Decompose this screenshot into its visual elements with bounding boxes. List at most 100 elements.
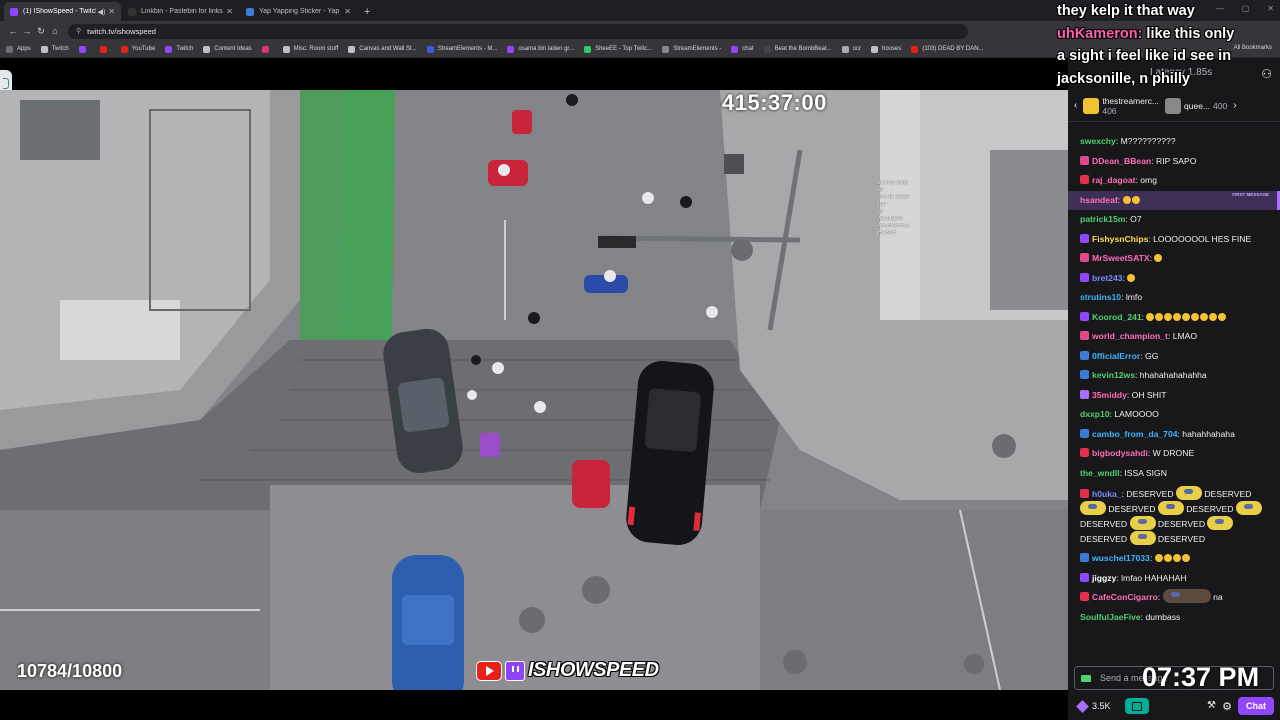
chat-username[interactable]: h0uka_ [1092, 489, 1122, 499]
close-tab-icon[interactable]: ✕ [226, 7, 233, 16]
bookmark-item[interactable]: Misc. Room stuff [282, 45, 338, 53]
bookmark-label: SheeEE - Top Twitc... [595, 46, 653, 52]
close-tab-icon[interactable]: ✕ [108, 7, 115, 16]
chat-username[interactable]: bret243 [1092, 273, 1123, 283]
chat-username[interactable]: jiggzy [1092, 573, 1116, 583]
chat-username[interactable]: dxxp10 [1080, 409, 1110, 419]
chat-badge-icon[interactable] [1080, 448, 1089, 457]
gift-leader-1[interactable]: thestreamerc... 406 [1083, 96, 1159, 116]
chat-badge-icon[interactable] [1080, 389, 1089, 399]
browser-tab[interactable]: Yap Yapping Sticker - Yap Yappi✕ [240, 2, 357, 21]
browser-tab[interactable]: (1) IShowSpeed - Twitch ◀) ✕ [4, 2, 121, 21]
bookmark-item[interactable]: Content Ideas [203, 45, 252, 53]
bookmark-item[interactable] [78, 45, 90, 53]
chat-badge-icon[interactable] [1080, 311, 1089, 321]
bookmark-item[interactable]: Twitch [165, 45, 193, 53]
chat-text: LOOOOOOOL HES FINE [1153, 233, 1252, 244]
chat-badge-icon[interactable] [1080, 428, 1089, 438]
tab-title: (1) IShowSpeed - Twitch [23, 8, 96, 15]
back-icon[interactable]: ← [6, 26, 20, 36]
reload-icon[interactable]: ↻ [34, 26, 48, 37]
chat-username[interactable]: FishysnChips [1092, 234, 1148, 244]
chat-badge-icon[interactable] [1080, 155, 1089, 165]
chat-username[interactable]: swexchy [1080, 136, 1116, 146]
close-window-icon[interactable]: ✕ [1267, 4, 1274, 13]
bookmark-item[interactable]: ocr [841, 45, 861, 53]
chat-badge-icon[interactable] [1080, 350, 1089, 360]
chat-badge-icon[interactable] [1080, 233, 1089, 243]
channel-points[interactable]: 3.5K [1076, 699, 1111, 713]
chat-badge-icon[interactable] [1080, 272, 1089, 282]
site-info-icon[interactable]: ⚲ [76, 27, 81, 35]
chat-badge-icon[interactable] [1080, 331, 1089, 340]
chat-username[interactable]: MrSweetSATX [1092, 253, 1150, 263]
bookmark-item[interactable]: Beat the BombBeat... [763, 45, 832, 53]
chat-username[interactable]: hsandeaf [1080, 195, 1118, 205]
chat-username[interactable]: bigbodysahdi [1092, 448, 1148, 458]
chat-badge-icon[interactable] [1080, 175, 1089, 184]
bookmark-item[interactable]: Canvas and Wall St... [348, 45, 417, 53]
bookmark-item[interactable] [99, 45, 111, 53]
chat-badge-icon[interactable] [1080, 489, 1089, 498]
chat-username[interactable]: SoulfulJaeFive [1080, 612, 1141, 622]
chat-message: wuschel17033: [1080, 549, 1274, 569]
browser-tab[interactable]: Linkbin - Pastebin for links ✕ [122, 2, 239, 21]
bookmark-item[interactable]: YouTube [120, 45, 155, 53]
bookmark-item[interactable]: StreamElements - [662, 45, 721, 53]
chat-username[interactable]: 35middy [1092, 390, 1127, 400]
home-icon[interactable]: ⌂ [48, 26, 62, 36]
bookmark-label: ocr [852, 46, 861, 52]
bookmark-item[interactable]: chat [731, 45, 754, 53]
chat-username[interactable]: cambo_from_da_704 [1092, 429, 1178, 439]
bookmark-item[interactable]: SheeEE - Top Twitc... [584, 45, 653, 53]
new-tab-button[interactable]: + [358, 2, 376, 21]
bookmark-item[interactable]: osama bin laden gr... [507, 45, 574, 53]
chat-username[interactable]: Koorod_241 [1092, 312, 1142, 322]
video-player[interactable]: so they doing lol OH HE DEAD RIP lol ACCIDENT… [0, 90, 1068, 690]
minion-emote-icon [1207, 516, 1234, 530]
chat-badge-icon[interactable] [1080, 370, 1089, 379]
chat-badge-icon[interactable] [1080, 253, 1089, 262]
chat-username[interactable]: patrick15m [1080, 214, 1125, 224]
chevron-left-icon[interactable]: ‹ [1074, 100, 1077, 111]
chat-username[interactable]: DDean_BBean [1092, 156, 1151, 166]
bookmark-item[interactable]: houses [870, 45, 901, 53]
mod-tools-icon[interactable]: ⚒ [1207, 700, 1216, 711]
chat-username[interactable]: world_champion_t [1092, 331, 1168, 341]
speaker-icon[interactable]: ◀) [98, 8, 106, 16]
chat-username[interactable]: strutins10 [1080, 292, 1121, 302]
chevron-right-icon[interactable]: › [1233, 100, 1236, 111]
chat-badge-icon[interactable] [1080, 572, 1089, 582]
chat-badge-icon[interactable] [1080, 592, 1089, 601]
bookmark-item[interactable]: StreamElements - M... [426, 45, 497, 53]
close-tab-icon[interactable]: ✕ [344, 7, 351, 16]
community-icon[interactable]: ⚇ [1261, 67, 1272, 81]
chat-badge-icon[interactable] [1080, 553, 1089, 562]
window-controls: — ▢ ✕ [1216, 4, 1274, 13]
channel-points-icon[interactable] [1081, 674, 1091, 682]
url-field[interactable]: ⚲ twitch.tv/ishowspeed [68, 23, 968, 39]
chat-username[interactable]: 0fficialError [1092, 351, 1140, 361]
bookmark-item[interactable] [261, 45, 273, 53]
bookmark-item[interactable]: Apps [6, 45, 31, 53]
chat-username[interactable]: the_wndll [1080, 468, 1120, 478]
chat-username[interactable]: wuschel17033 [1092, 553, 1150, 563]
all-bookmarks-link[interactable]: All Bookmarks [1234, 45, 1272, 51]
gear-icon[interactable]: ⚙ [1222, 700, 1232, 713]
emote-icon [1209, 312, 1218, 321]
bookmark-item[interactable]: Twitch [40, 45, 69, 53]
bonus-chest-icon[interactable] [1124, 698, 1149, 714]
emote-icon [1191, 312, 1200, 321]
maximize-icon[interactable]: ▢ [1242, 4, 1250, 13]
bookmark-label: Apps [17, 46, 31, 52]
bookmark-item[interactable]: (103) DEAD BY DAN... [911, 45, 984, 53]
chat-message: the_wndll: ISSA SIGN [1080, 467, 1167, 478]
minimize-icon[interactable]: — [1216, 4, 1224, 13]
chat-username[interactable]: CafeConCigarro [1092, 592, 1158, 602]
forward-icon[interactable]: → [20, 26, 34, 36]
gift-leader-2[interactable]: quee... 400 [1165, 97, 1227, 114]
chat-send-button[interactable]: Chat [1238, 697, 1274, 715]
brand-name: ISHOWSPEED [528, 659, 659, 681]
chat-username[interactable]: raj_dagoat [1092, 175, 1135, 185]
chat-username[interactable]: kevin12ws [1092, 370, 1135, 380]
